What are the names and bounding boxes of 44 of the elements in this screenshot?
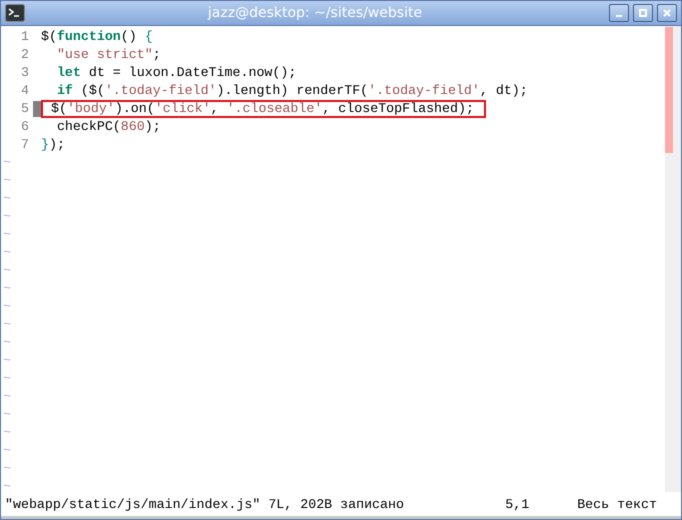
line-number: 3	[20, 64, 30, 82]
empty-line-marker: ~	[2, 190, 12, 208]
code-line: if ($('.today-field').length) renderTF('.today-field', dt);	[56, 82, 528, 100]
terminal-icon[interactable]	[5, 4, 25, 22]
code-line: $(function() {	[40, 28, 153, 46]
empty-line-marker: ~	[2, 460, 12, 478]
empty-line-marker: ~	[2, 244, 12, 262]
minimize-button[interactable]	[609, 4, 629, 22]
window-title: jazz@desktop: ~/sites/website	[206, 5, 424, 21]
empty-line-marker: ~	[2, 316, 12, 334]
status-message: "webapp/static/js/main/index.js" 7L, 202B записано	[5, 496, 404, 512]
line-number: 2	[20, 46, 30, 64]
empty-line-marker: ~	[2, 298, 12, 316]
code-line: let dt = luxon.DateTime.now();	[56, 64, 296, 82]
cursor-position: 5,1	[505, 496, 530, 512]
scroll-position: Весь текст	[577, 496, 657, 512]
empty-line-marker: ~	[2, 424, 12, 442]
empty-line-marker: ~	[2, 478, 12, 496]
line-number: 5	[20, 100, 30, 118]
code-line: "use strict";	[56, 46, 161, 64]
empty-line-marker: ~	[2, 334, 12, 352]
empty-line-marker: ~	[2, 406, 12, 424]
empty-line-marker: ~	[2, 172, 12, 190]
maximize-icon	[639, 9, 647, 17]
line-number: 1	[20, 28, 30, 46]
line-number: 4	[20, 82, 30, 100]
empty-line-marker: ~	[2, 388, 12, 406]
empty-line-marker: ~	[2, 280, 12, 298]
empty-line-marker: ~	[2, 352, 12, 370]
code-line: $('body').on('click', '.closeable', closeTopFlashed);	[50, 100, 474, 118]
line-number: 7	[20, 136, 30, 154]
line-number: 6	[20, 118, 30, 136]
scrollbar-thumb[interactable]	[665, 27, 673, 153]
empty-line-marker: ~	[2, 370, 12, 388]
code-line: checkPC(860);	[56, 118, 161, 136]
empty-line-marker: ~	[2, 262, 12, 280]
empty-line-marker: ~	[2, 154, 12, 172]
code-line: });	[40, 136, 65, 154]
maximize-button[interactable]	[633, 4, 653, 22]
close-button[interactable]	[657, 4, 677, 22]
empty-line-marker: ~	[2, 442, 12, 460]
empty-line-marker: ~	[2, 208, 12, 226]
close-icon	[663, 9, 671, 17]
empty-line-marker: ~	[2, 226, 12, 244]
